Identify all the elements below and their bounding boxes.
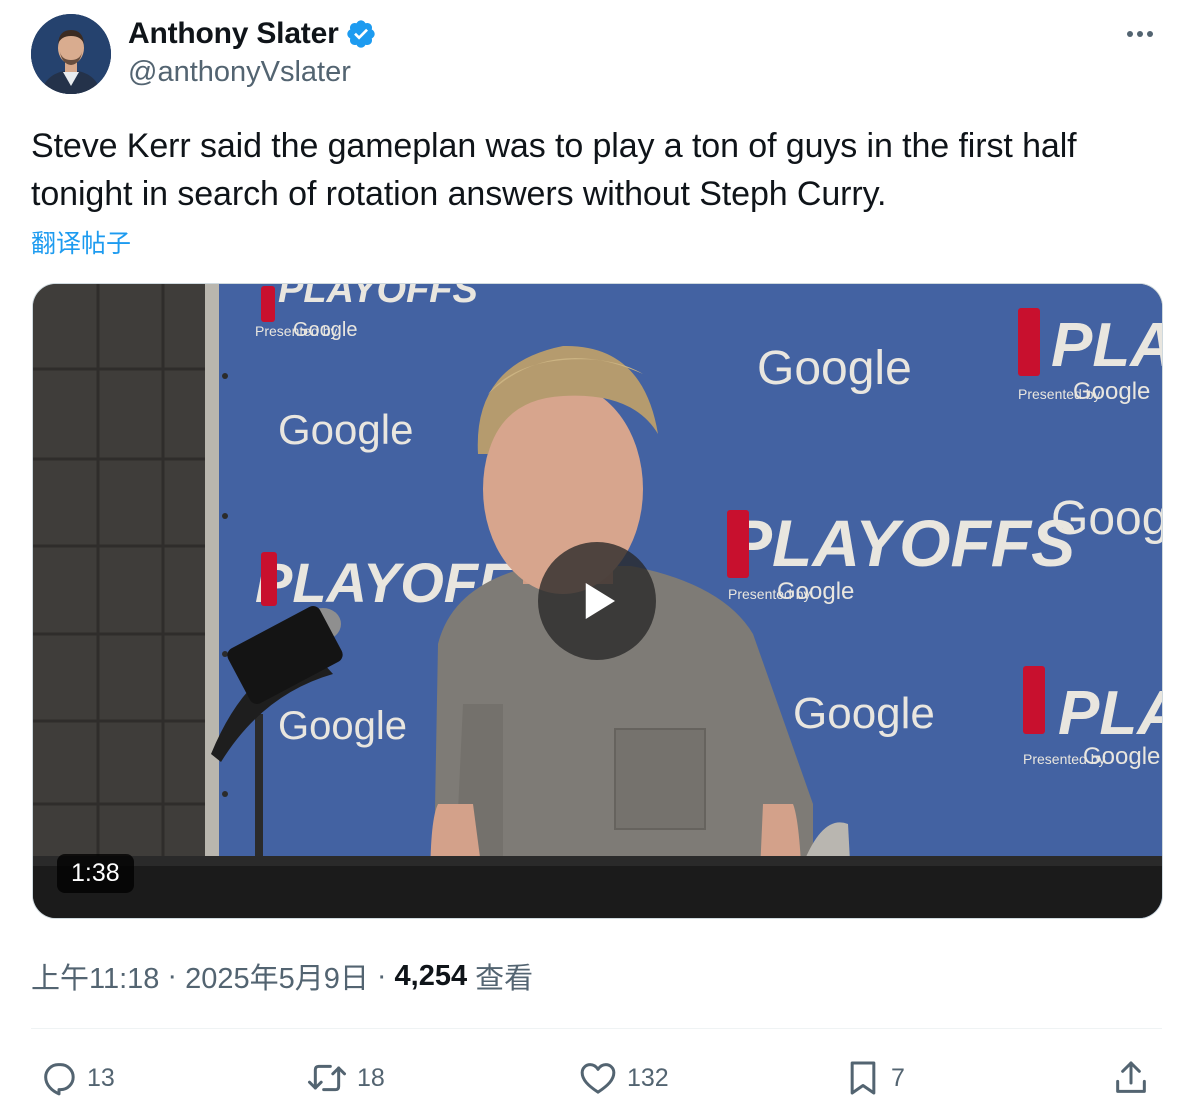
share-button[interactable] — [1111, 1050, 1151, 1106]
like-count: 132 — [627, 1063, 669, 1092]
video-player[interactable]: PLAYOFFS Presented by Google Google Goog… — [32, 283, 1163, 919]
author-handle[interactable]: @anthonyVslater — [128, 56, 351, 89]
divider — [31, 1028, 1162, 1029]
backdrop-google-text: Google — [793, 689, 935, 738]
share-icon — [1116, 1061, 1146, 1093]
more-options-icon[interactable] — [1120, 22, 1160, 46]
bookmark-icon — [850, 1061, 876, 1095]
like-button[interactable]: 132 — [577, 1050, 669, 1106]
bookmark-button[interactable]: 7 — [843, 1050, 905, 1106]
action-bar: 13 18 132 7 — [31, 1050, 1162, 1106]
author-display-name[interactable]: Anthony Slater — [128, 17, 339, 51]
repost-button[interactable]: 18 — [305, 1050, 385, 1106]
backdrop-playoffs-text: PLAYOFFS — [1058, 679, 1162, 748]
heart-icon — [580, 1063, 616, 1094]
backdrop-google-text: Google — [278, 704, 407, 748]
backdrop-google-text: Google — [757, 342, 912, 395]
video-duration: 1:38 — [57, 854, 134, 893]
backdrop-playoffs-text: PLAYOFFS — [278, 284, 478, 311]
verified-badge-icon[interactable] — [345, 18, 377, 50]
tweet-text: Steve Kerr said the gameplan was to play… — [31, 127, 1077, 213]
play-icon — [585, 583, 615, 619]
meta-separator: · — [376, 959, 387, 992]
tweet-meta: 上午11:18 · 2025年5月9日 · 4,254 查看 — [31, 955, 533, 997]
author-avatar[interactable] — [31, 14, 111, 94]
backdrop-google-text: Google — [777, 578, 854, 605]
reply-button[interactable]: 13 — [39, 1050, 115, 1106]
backdrop-google-text: Google — [1051, 492, 1162, 545]
avatar-photo — [31, 14, 111, 94]
repost-icon — [308, 1064, 346, 1092]
views-label[interactable]: 查看 — [475, 955, 533, 997]
bookmark-count: 7 — [891, 1063, 905, 1092]
reply-icon — [44, 1063, 75, 1096]
backdrop-google-text: Google — [1073, 378, 1150, 405]
play-button[interactable] — [538, 542, 656, 660]
tweet-time[interactable]: 上午11:18 — [31, 955, 159, 997]
translate-post-link[interactable]: 翻译帖子 — [31, 224, 131, 260]
backdrop-google-text: Google — [1083, 743, 1160, 770]
backdrop-playoffs-text: PLAYOFFS — [1051, 311, 1162, 380]
reply-count: 13 — [87, 1063, 115, 1092]
backdrop-google-text: Google — [278, 406, 413, 453]
backdrop-google-text: Google — [293, 319, 358, 341]
repost-count: 18 — [357, 1063, 385, 1092]
views-count[interactable]: 4,254 — [395, 960, 468, 993]
backdrop-playoffs-text: PLAYOFFS — [728, 506, 1075, 580]
meta-separator: · — [167, 959, 178, 992]
tweet-date[interactable]: 2025年5月9日 — [185, 955, 369, 997]
